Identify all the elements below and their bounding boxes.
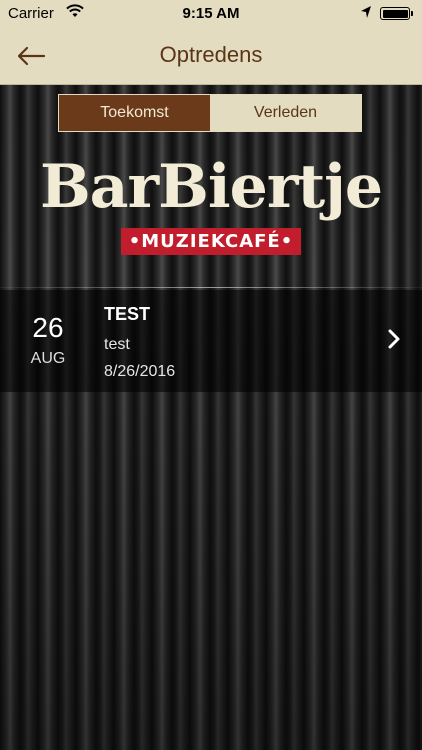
status-bar: Carrier 9:15 AM: [0, 0, 422, 28]
battery-icon: [380, 7, 413, 20]
divider: [0, 287, 422, 288]
chevron-right-icon: [386, 328, 402, 350]
tab-toekomst[interactable]: Toekomst: [59, 95, 210, 131]
location-arrow-icon: [360, 5, 372, 23]
event-row[interactable]: 26 AUG TEST test 8/26/2016: [0, 290, 422, 392]
tab-verleden[interactable]: Verleden: [210, 95, 361, 131]
logo-badge: •MUZIEKCAFÉ•: [120, 228, 302, 255]
status-time: 9:15 AM: [182, 5, 240, 22]
event-date: 8/26/2016: [104, 363, 176, 380]
nav-bar: Optredens: [0, 28, 422, 85]
event-month: AUG: [30, 350, 66, 367]
page-title: Optredens: [159, 42, 263, 67]
segmented-control: Toekomst Verleden: [58, 94, 362, 132]
logo-wordmark: BarBiertje: [39, 152, 383, 222]
event-name: TEST: [104, 304, 151, 324]
event-description: test: [104, 336, 130, 353]
barbiertje-logo: BarBiertje •MUZIEKCAFÉ•: [0, 152, 422, 255]
event-day: 26: [32, 312, 64, 343]
